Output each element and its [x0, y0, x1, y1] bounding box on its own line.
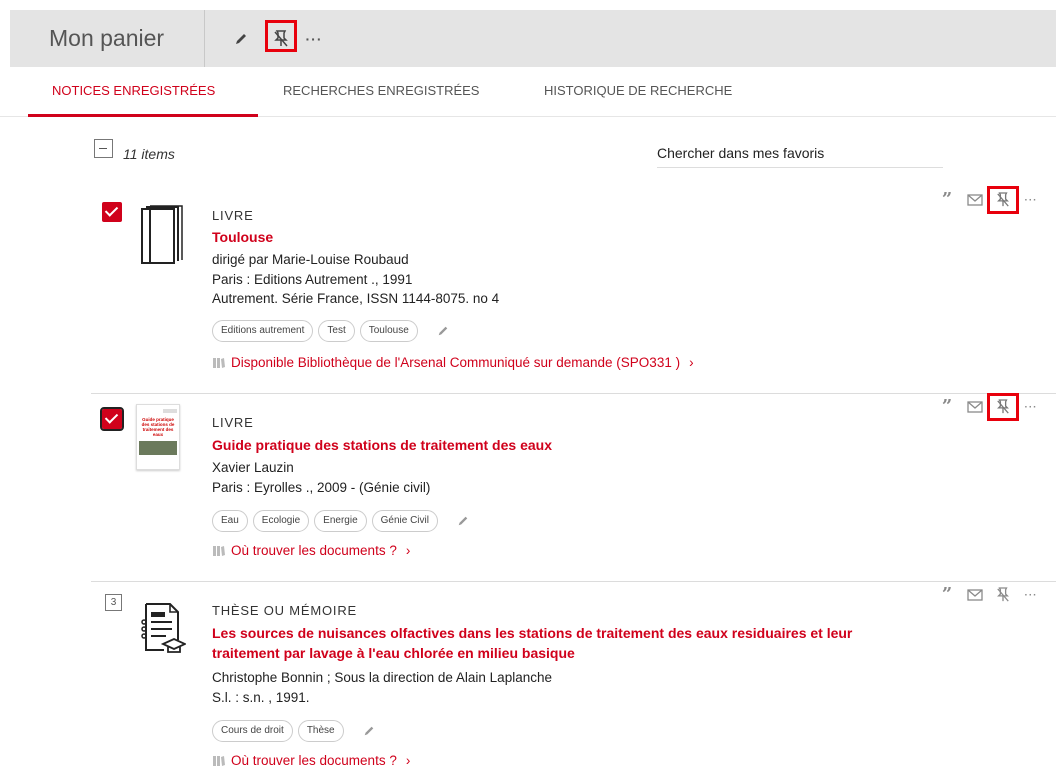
more-icon[interactable]: ···: [1020, 191, 1042, 209]
unpin-icon[interactable]: [270, 28, 292, 50]
cite-icon[interactable]: ”: [936, 398, 958, 416]
library-icon: [213, 357, 225, 368]
record-author: dirigé par Marie-Louise Roubaud: [212, 252, 409, 267]
record-publisher: Paris : Eyrolles ., 2009 - (Génie civil): [212, 480, 431, 495]
tag[interactable]: Cours de droit: [212, 720, 293, 742]
tag[interactable]: Editions autrement: [212, 320, 314, 342]
tab-bar: NOTICES ENREGISTRÉES RECHERCHES ENREGIST…: [0, 67, 1056, 117]
unpin-icon[interactable]: [992, 586, 1014, 604]
book-icon: [140, 205, 184, 270]
tag[interactable]: Toulouse: [359, 320, 418, 342]
record-tags: Editions autrement Test Toulouse: [212, 320, 449, 342]
record-actions: ” ···: [936, 393, 1048, 421]
record-title[interactable]: Toulouse: [212, 227, 912, 247]
tag[interactable]: Thèse: [297, 720, 344, 742]
edit-tags-icon[interactable]: [363, 725, 375, 737]
record-actions: ” ···: [936, 186, 1048, 214]
record-type: LIVRE: [212, 415, 254, 430]
record-checkbox[interactable]: [102, 202, 122, 222]
record-type: LIVRE: [212, 208, 254, 223]
unpin-icon[interactable]: [987, 393, 1019, 421]
record-actions: ” ···: [936, 586, 1048, 604]
edit-tags-icon[interactable]: [457, 515, 469, 527]
tag[interactable]: Test: [318, 320, 355, 342]
more-icon[interactable]: ···: [303, 28, 325, 50]
record-publisher: S.l. : s.n. , 1991.: [212, 690, 310, 705]
thesis-icon: [138, 602, 188, 659]
record-tags: Cours de droit Thèse: [212, 720, 375, 742]
page-title: Mon panier: [49, 25, 165, 51]
book-cover: Guide pratique des stations de traitemen…: [136, 404, 180, 470]
more-icon[interactable]: ···: [1020, 586, 1042, 604]
chevron-right-icon: ›: [689, 355, 694, 370]
cover-title: Guide pratique des stations de traitemen…: [141, 417, 175, 437]
library-icon: [213, 755, 225, 766]
availability-text: Disponible Bibliothèque de l'Arsenal Com…: [231, 355, 681, 370]
record-checkbox[interactable]: [100, 407, 124, 431]
record-author: Christophe Bonnin ; Sous la direction de…: [212, 670, 552, 685]
select-all-checkbox[interactable]: [94, 139, 113, 158]
record-title[interactable]: Les sources de nuisances olfactives dans…: [212, 623, 902, 663]
record-type: THÈSE OU MÉMOIRE: [212, 603, 357, 618]
tag[interactable]: Energie: [314, 510, 367, 532]
tab-saved-searches[interactable]: RECHERCHES ENREGISTRÉES: [283, 67, 479, 117]
edit-tags-icon[interactable]: [437, 325, 449, 337]
mail-icon[interactable]: [964, 398, 986, 416]
unpin-icon[interactable]: [987, 186, 1019, 214]
library-icon: [213, 545, 225, 556]
record-author: Xavier Lauzin: [212, 460, 294, 475]
favorites-search-input[interactable]: [657, 138, 943, 168]
tag[interactable]: Génie Civil: [371, 510, 438, 532]
chevron-right-icon: ›: [405, 543, 411, 558]
record-publisher: Paris : Editions Autrement ., 1991: [212, 272, 413, 287]
tag[interactable]: Eau: [212, 510, 248, 532]
pencil-icon[interactable]: [230, 28, 252, 50]
tab-saved-records[interactable]: NOTICES ENREGISTRÉES: [28, 67, 258, 117]
cart-toolbar: Mon panier ···: [10, 10, 1056, 67]
tab-search-history[interactable]: HISTORIQUE DE RECHERCHE: [544, 67, 732, 117]
item-count: 11 items: [123, 146, 175, 162]
mail-icon[interactable]: [964, 191, 986, 209]
tag[interactable]: Ecologie: [252, 510, 310, 532]
record-item: 3 THÈSE OU MÉMOIRE Les sources de nuisan…: [91, 581, 1056, 766]
cite-icon[interactable]: ”: [936, 586, 958, 604]
mail-icon[interactable]: [964, 586, 986, 604]
record-series: Autrement. Série France, ISSN 1144-8075.…: [212, 291, 500, 306]
record-tags: Eau Ecologie Energie Génie Civil: [212, 510, 469, 532]
cite-icon[interactable]: ”: [936, 191, 958, 209]
availability-text: Où trouver les documents ?: [231, 543, 397, 558]
chevron-right-icon: ›: [405, 753, 411, 766]
cover-photo: [139, 441, 177, 455]
record-item: LIVRE Toulouse dirigé par Marie-Louise R…: [91, 185, 1056, 370]
record-item: Guide pratique des stations de traitemen…: [91, 393, 1056, 581]
where-to-find-link[interactable]: Où trouver les documents ? ›: [212, 543, 410, 558]
record-number[interactable]: 3: [105, 594, 122, 611]
availability-link[interactable]: Disponible Bibliothèque de l'Arsenal Com…: [212, 355, 694, 370]
more-icon[interactable]: ···: [1020, 398, 1042, 416]
availability-text: Où trouver les documents ?: [231, 753, 397, 766]
where-to-find-link[interactable]: Où trouver les documents ? ›: [212, 753, 410, 766]
toolbar-divider: [204, 10, 205, 67]
record-title[interactable]: Guide pratique des stations de traitemen…: [212, 435, 912, 455]
